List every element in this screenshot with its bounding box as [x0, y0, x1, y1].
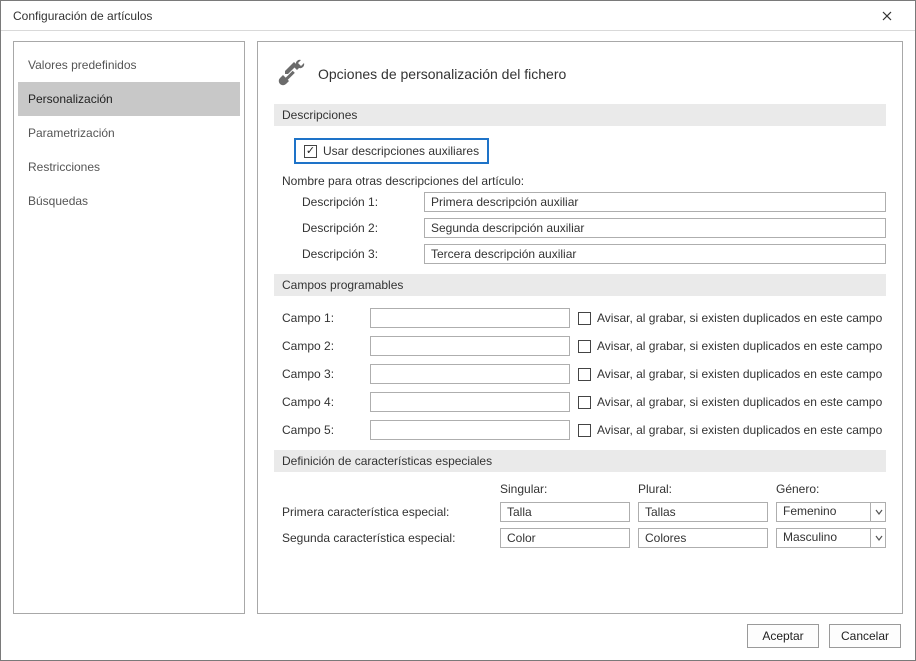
campo4-warn: Avisar, al grabar, si existen duplicados… — [578, 395, 886, 409]
sidebar: Valores predefinidos Personalización Par… — [13, 41, 245, 614]
main-panel: Opciones de personalización del fichero … — [257, 41, 903, 614]
accept-button[interactable]: Aceptar — [747, 624, 819, 648]
campo5-label: Campo 5: — [282, 423, 362, 437]
dialog-body: Valores predefinidos Personalización Par… — [1, 31, 915, 614]
panel-header: Opciones de personalización del fichero — [274, 58, 886, 90]
aux-desc-highlight: Usar descripciones auxiliares — [294, 138, 489, 164]
campo3-warn: Avisar, al grabar, si existen duplicados… — [578, 367, 886, 381]
desc2-input[interactable] — [424, 218, 886, 238]
col-singular: Singular: — [500, 482, 630, 496]
sidebar-item-busquedas[interactable]: Búsquedas — [18, 184, 240, 218]
campo5-warn-checkbox[interactable] — [578, 424, 591, 437]
aux-desc-checkbox[interactable] — [304, 145, 317, 158]
sidebar-item-restricciones[interactable]: Restricciones — [18, 150, 240, 184]
col-genero: Género: — [776, 482, 886, 496]
campo4-label: Campo 4: — [282, 395, 362, 409]
def2-plural-input[interactable] — [638, 528, 768, 548]
desc-subheading: Nombre para otras descripciones del artí… — [282, 174, 886, 188]
defs-header: Singular: Plural: Género: — [282, 482, 886, 496]
sidebar-item-parametrizacion[interactable]: Parametrización — [18, 116, 240, 150]
window-title: Configuración de artículos — [13, 9, 867, 23]
campo3-warn-label: Avisar, al grabar, si existen duplicados… — [597, 367, 882, 381]
close-button[interactable] — [867, 2, 907, 30]
def2-genero-select[interactable]: Masculino — [776, 528, 886, 548]
campo1-warn: Avisar, al grabar, si existen duplicados… — [578, 311, 886, 325]
campo5-warn-label: Avisar, al grabar, si existen duplicados… — [597, 423, 882, 437]
campo2-warn: Avisar, al grabar, si existen duplicados… — [578, 339, 886, 353]
tools-icon — [274, 58, 306, 90]
campo3-input[interactable] — [370, 364, 570, 384]
campo4-input[interactable] — [370, 392, 570, 412]
def-row-2: Segunda característica especial: Masculi… — [282, 528, 886, 548]
campo3-warn-checkbox[interactable] — [578, 368, 591, 381]
desc2-label: Descripción 2: — [298, 221, 418, 235]
campo1-label: Campo 1: — [282, 311, 362, 325]
sidebar-item-personalizacion[interactable]: Personalización — [18, 82, 240, 116]
campo2-input[interactable] — [370, 336, 570, 356]
campo3-label: Campo 3: — [282, 367, 362, 381]
campo2-label: Campo 2: — [282, 339, 362, 353]
close-icon — [882, 11, 892, 21]
section-descripciones: Descripciones — [274, 104, 886, 126]
dialog-footer: Aceptar Cancelar — [1, 614, 915, 660]
campo4-warn-checkbox[interactable] — [578, 396, 591, 409]
titlebar: Configuración de artículos — [1, 1, 915, 31]
def1-singular-input[interactable] — [500, 502, 630, 522]
sidebar-item-valores[interactable]: Valores predefinidos — [18, 48, 240, 82]
campo1-warn-checkbox[interactable] — [578, 312, 591, 325]
def1-genero-value: Femenino — [776, 502, 886, 522]
def2-singular-input[interactable] — [500, 528, 630, 548]
desc3-label: Descripción 3: — [298, 247, 418, 261]
aux-desc-label: Usar descripciones auxiliares — [323, 144, 479, 158]
def1-genero-select[interactable]: Femenino — [776, 502, 886, 522]
def-row-1: Primera característica especial: Femenin… — [282, 502, 886, 522]
desc3-input[interactable] — [424, 244, 886, 264]
window: Configuración de artículos Valores prede… — [0, 0, 916, 661]
campo5-input[interactable] — [370, 420, 570, 440]
campo4-warn-label: Avisar, al grabar, si existen duplicados… — [597, 395, 882, 409]
col-plural: Plural: — [638, 482, 768, 496]
def2-label: Segunda característica especial: — [282, 531, 492, 545]
campo1-warn-label: Avisar, al grabar, si existen duplicados… — [597, 311, 882, 325]
def1-label: Primera característica especial: — [282, 505, 492, 519]
def1-plural-input[interactable] — [638, 502, 768, 522]
section-campos: Campos programables — [274, 274, 886, 296]
def2-genero-value: Masculino — [776, 528, 886, 548]
cancel-button[interactable]: Cancelar — [829, 624, 901, 648]
desc1-input[interactable] — [424, 192, 886, 212]
desc1-label: Descripción 1: — [298, 195, 418, 209]
panel-heading: Opciones de personalización del fichero — [318, 66, 566, 82]
section-defs: Definición de características especiales — [274, 450, 886, 472]
desc-grid: Descripción 1: Descripción 2: Descripció… — [298, 192, 886, 264]
defs-block: Singular: Plural: Género: Primera caract… — [282, 482, 886, 548]
campos-grid: Campo 1: Avisar, al grabar, si existen d… — [282, 308, 886, 440]
campo1-input[interactable] — [370, 308, 570, 328]
campo2-warn-checkbox[interactable] — [578, 340, 591, 353]
campo5-warn: Avisar, al grabar, si existen duplicados… — [578, 423, 886, 437]
campo2-warn-label: Avisar, al grabar, si existen duplicados… — [597, 339, 882, 353]
